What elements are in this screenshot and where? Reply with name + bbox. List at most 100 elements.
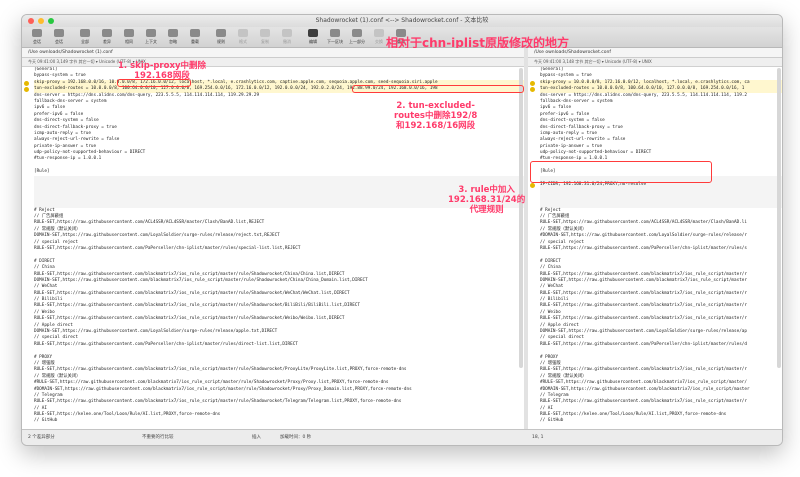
- code-line[interactable]: RULE-SET,https://raw.githubusercontent.c…: [540, 399, 782, 405]
- annotation-2-line2: routes中删除192/8: [394, 111, 478, 121]
- code-line[interactable]: RULE-SET,https://raw.githubusercontent.c…: [540, 220, 782, 226]
- code-line[interactable]: RULE-SET,https://raw.githubusercontent.c…: [540, 367, 782, 373]
- traffic-lights: [28, 18, 54, 24]
- load-time: 加载时间：0 秒: [280, 435, 312, 440]
- undo-icon: [282, 29, 292, 37]
- window-title: Shadowrocket (1).conf <--> Shadowrocket.…: [315, 17, 489, 24]
- diff-count: 2 个差异部分: [28, 435, 55, 440]
- code-line[interactable]: RULE-SET,https://raw.githubusercontent.c…: [540, 291, 782, 297]
- toolbar-button-1[interactable]: 会话: [48, 28, 70, 46]
- right-file-info: 今天 09:41:00 3,148 字节 其它一切 ▾ Unicode (UTF…: [528, 58, 782, 67]
- ignore-icon: [168, 29, 178, 37]
- toolbar-button-label: 全部: [81, 39, 89, 44]
- swap-icon: [374, 29, 384, 37]
- diff-marker-icon: [530, 182, 535, 188]
- toolbar-button-label: 会话: [33, 39, 41, 44]
- rule-highlight: [530, 161, 712, 183]
- home-icon: [32, 29, 42, 37]
- diff-icon: [102, 29, 112, 37]
- right-path-field[interactable]: /Use ownloads/Shadowrocket.conf: [528, 48, 782, 58]
- toolbar-button-13[interactable]: 下一区块: [324, 28, 346, 46]
- right-pane[interactable]: /Use ownloads/Shadowrocket.conf 今天 09:41…: [528, 48, 782, 429]
- toolbar-button-label: 重载: [191, 39, 199, 44]
- toolbar-button-label: 下一区块: [327, 39, 343, 44]
- code-line[interactable]: RULE-SET,https://raw.githubusercontent.c…: [540, 342, 782, 348]
- code-line[interactable]: RULE-SET,https://raw.githubusercontent.c…: [540, 246, 782, 252]
- toolbar-button-12[interactable]: 编辑: [302, 28, 324, 46]
- left-scrollbar[interactable]: [519, 68, 523, 368]
- toolbar-button-14[interactable]: 上一部分: [346, 28, 368, 46]
- toolbar-button-label: 相同: [125, 39, 133, 44]
- code-line[interactable]: // GitHub: [34, 418, 524, 423]
- toolbar-button-label: 上下文: [145, 39, 157, 44]
- copy-icon: [260, 29, 270, 37]
- left-path-field[interactable]: /Use ownloads/Shadowrocket (1).conf: [22, 48, 524, 58]
- code-line[interactable]: RULE-SET,https://raw.githubusercontent.c…: [540, 316, 782, 322]
- annotation-2: 2. tun-excluded- routes中删除192/8 和192.168…: [394, 101, 477, 131]
- toolbar-button-label: 编辑: [309, 39, 317, 44]
- annotation-3-line3: 代理规则: [469, 205, 504, 215]
- left-file-info: 今天 09:41:00 3,149 字节 其它一切 ▾ Unicode (UTF…: [22, 58, 524, 67]
- toolbar-button-4[interactable]: 相同: [118, 28, 140, 46]
- zoom-window-icon[interactable]: [48, 18, 54, 24]
- toolbar-button-3[interactable]: 差异: [96, 28, 118, 46]
- toolbar-button-11[interactable]: 撤消: [276, 28, 298, 46]
- toolbar-button-label: 差异: [103, 39, 111, 44]
- toolbar-button-label: 上一部分: [349, 39, 365, 44]
- annotation-2-line3: 和192.168/16网段: [396, 121, 476, 131]
- toolbar-button-5[interactable]: 上下文: [140, 28, 162, 46]
- annotation-3-line1: 3. rule中加入: [458, 185, 515, 195]
- cursor-position: 18, 1: [532, 435, 544, 440]
- title-bar: Shadowrocket (1).conf <--> Shadowrocket.…: [22, 15, 782, 27]
- toolbar-button-label: 会话: [55, 39, 63, 44]
- format-icon: [238, 29, 248, 37]
- annotation-3-line2: 192.168.31/24的: [448, 195, 526, 205]
- toolbar-button-8[interactable]: 规则: [210, 28, 232, 46]
- toolbar-button-label: 规则: [217, 39, 225, 44]
- annotation-3: 3. rule中加入 192.168.31/24的 代理规则: [448, 185, 525, 215]
- diff-marker-icon: [24, 86, 29, 92]
- toolbar-button-10[interactable]: 复制: [254, 28, 276, 46]
- toolbar-button-9[interactable]: 格式: [232, 28, 254, 46]
- close-window-icon[interactable]: [28, 18, 34, 24]
- code-line[interactable]: #DOMAIN-SET,https://raw.githubuserconten…: [540, 233, 782, 239]
- minimize-window-icon[interactable]: [38, 18, 44, 24]
- status-bar: 2 个差异部分 不重要的行比较 插入 加载时间：0 秒 18, 1: [22, 429, 782, 445]
- toolbar-button-label: 复制: [261, 39, 269, 44]
- code-line[interactable]: // GitHub: [540, 418, 782, 423]
- toolbar-button-label: 撤消: [283, 39, 291, 44]
- sessions-icon: [54, 29, 64, 37]
- prev-section-icon: [352, 29, 362, 37]
- annotation-1: 1. skip-proxy中删除 192.168网段: [118, 61, 206, 81]
- code-line[interactable]: RULE-SET,https://raw.githubusercontent.c…: [540, 272, 782, 278]
- comparison-note: 不重要的行比较: [142, 435, 174, 440]
- diff-marker-icon: [24, 80, 29, 86]
- rules-icon: [216, 29, 226, 37]
- toolbar-button-0[interactable]: 会话: [26, 28, 48, 46]
- all-icon: [80, 29, 90, 37]
- edit-icon: [308, 29, 318, 37]
- next-section-icon: [330, 29, 340, 37]
- code-line[interactable]: dns-server = https://dns.alidns.com/dns-…: [540, 93, 782, 99]
- toolbar-button-label: 格式: [239, 39, 247, 44]
- right-scrollbar[interactable]: [777, 68, 781, 368]
- code-line[interactable]: DOMAIN-SET,https://raw.githubusercontent…: [540, 278, 782, 284]
- annotation-1-line2: 192.168网段: [134, 71, 190, 81]
- toolbar-button-6[interactable]: 忽略: [162, 28, 184, 46]
- diff-marker-icon: [530, 86, 535, 92]
- app-window: Shadowrocket (1).conf <--> Shadowrocket.…: [21, 14, 783, 446]
- toolbar-button-7[interactable]: 重载: [184, 28, 206, 46]
- tun-routes-highlight: [352, 85, 524, 93]
- code-line[interactable]: RULE-SET,https://raw.githubusercontent.c…: [540, 303, 782, 309]
- toolbar-button-2[interactable]: 全部: [74, 28, 96, 46]
- context-icon: [146, 29, 156, 37]
- annotation-2-line1: 2. tun-excluded-: [396, 101, 475, 111]
- code-line[interactable]: #DOMAIN-SET,https://raw.githubuserconten…: [540, 387, 782, 393]
- annotation-1-line1: 1. skip-proxy中删除: [118, 61, 206, 71]
- reload-icon: [190, 29, 200, 37]
- code-line[interactable]: #RULE-SET,https://raw.githubusercontent.…: [540, 380, 782, 386]
- toolbar-button-label: 忽略: [169, 39, 177, 44]
- right-code-view[interactable]: [General] bypass-system = true skip-proxy …: [528, 67, 782, 423]
- toolbar-button-label: 交换: [375, 39, 383, 44]
- same-icon: [124, 29, 134, 37]
